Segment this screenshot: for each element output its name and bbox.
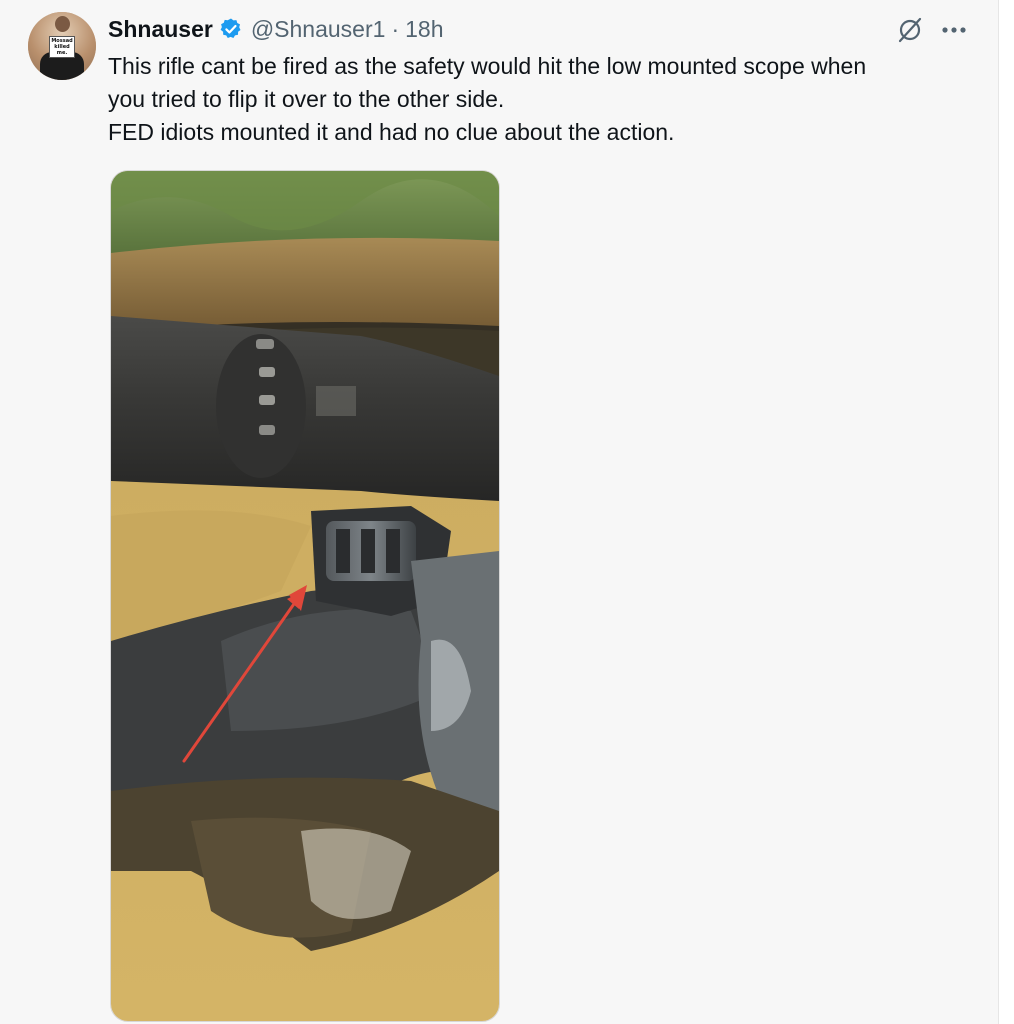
avatar-sign: Mossad killed me.: [49, 36, 75, 58]
author-name[interactable]: Shnauser: [108, 16, 213, 43]
post-image[interactable]: [110, 170, 500, 1022]
author-handle[interactable]: @Shnauser1: [251, 16, 386, 43]
post-text: This rifle cant be fired as the safety w…: [108, 50, 988, 149]
verified-badge-icon: [219, 17, 243, 41]
meta-separator: ·: [391, 15, 400, 42]
grok-icon[interactable]: [896, 16, 924, 44]
tweet[interactable]: Mossad killed me. Shnauser @Shnauser1 · …: [0, 0, 999, 1024]
post-text-line: you tried to flip it over to the other s…: [108, 86, 505, 112]
rifle-photo: [111, 171, 499, 1021]
post-time[interactable]: 18h: [405, 16, 443, 43]
more-icon[interactable]: [938, 16, 970, 44]
avatar[interactable]: Mossad killed me.: [28, 12, 96, 80]
post-text-line: FED idiots mounted it and had no clue ab…: [108, 119, 675, 145]
avatar-head: [55, 16, 70, 32]
post-meta: Shnauser @Shnauser1 · 18h: [108, 14, 443, 44]
post-text-line: This rifle cant be fired as the safety w…: [108, 53, 867, 79]
